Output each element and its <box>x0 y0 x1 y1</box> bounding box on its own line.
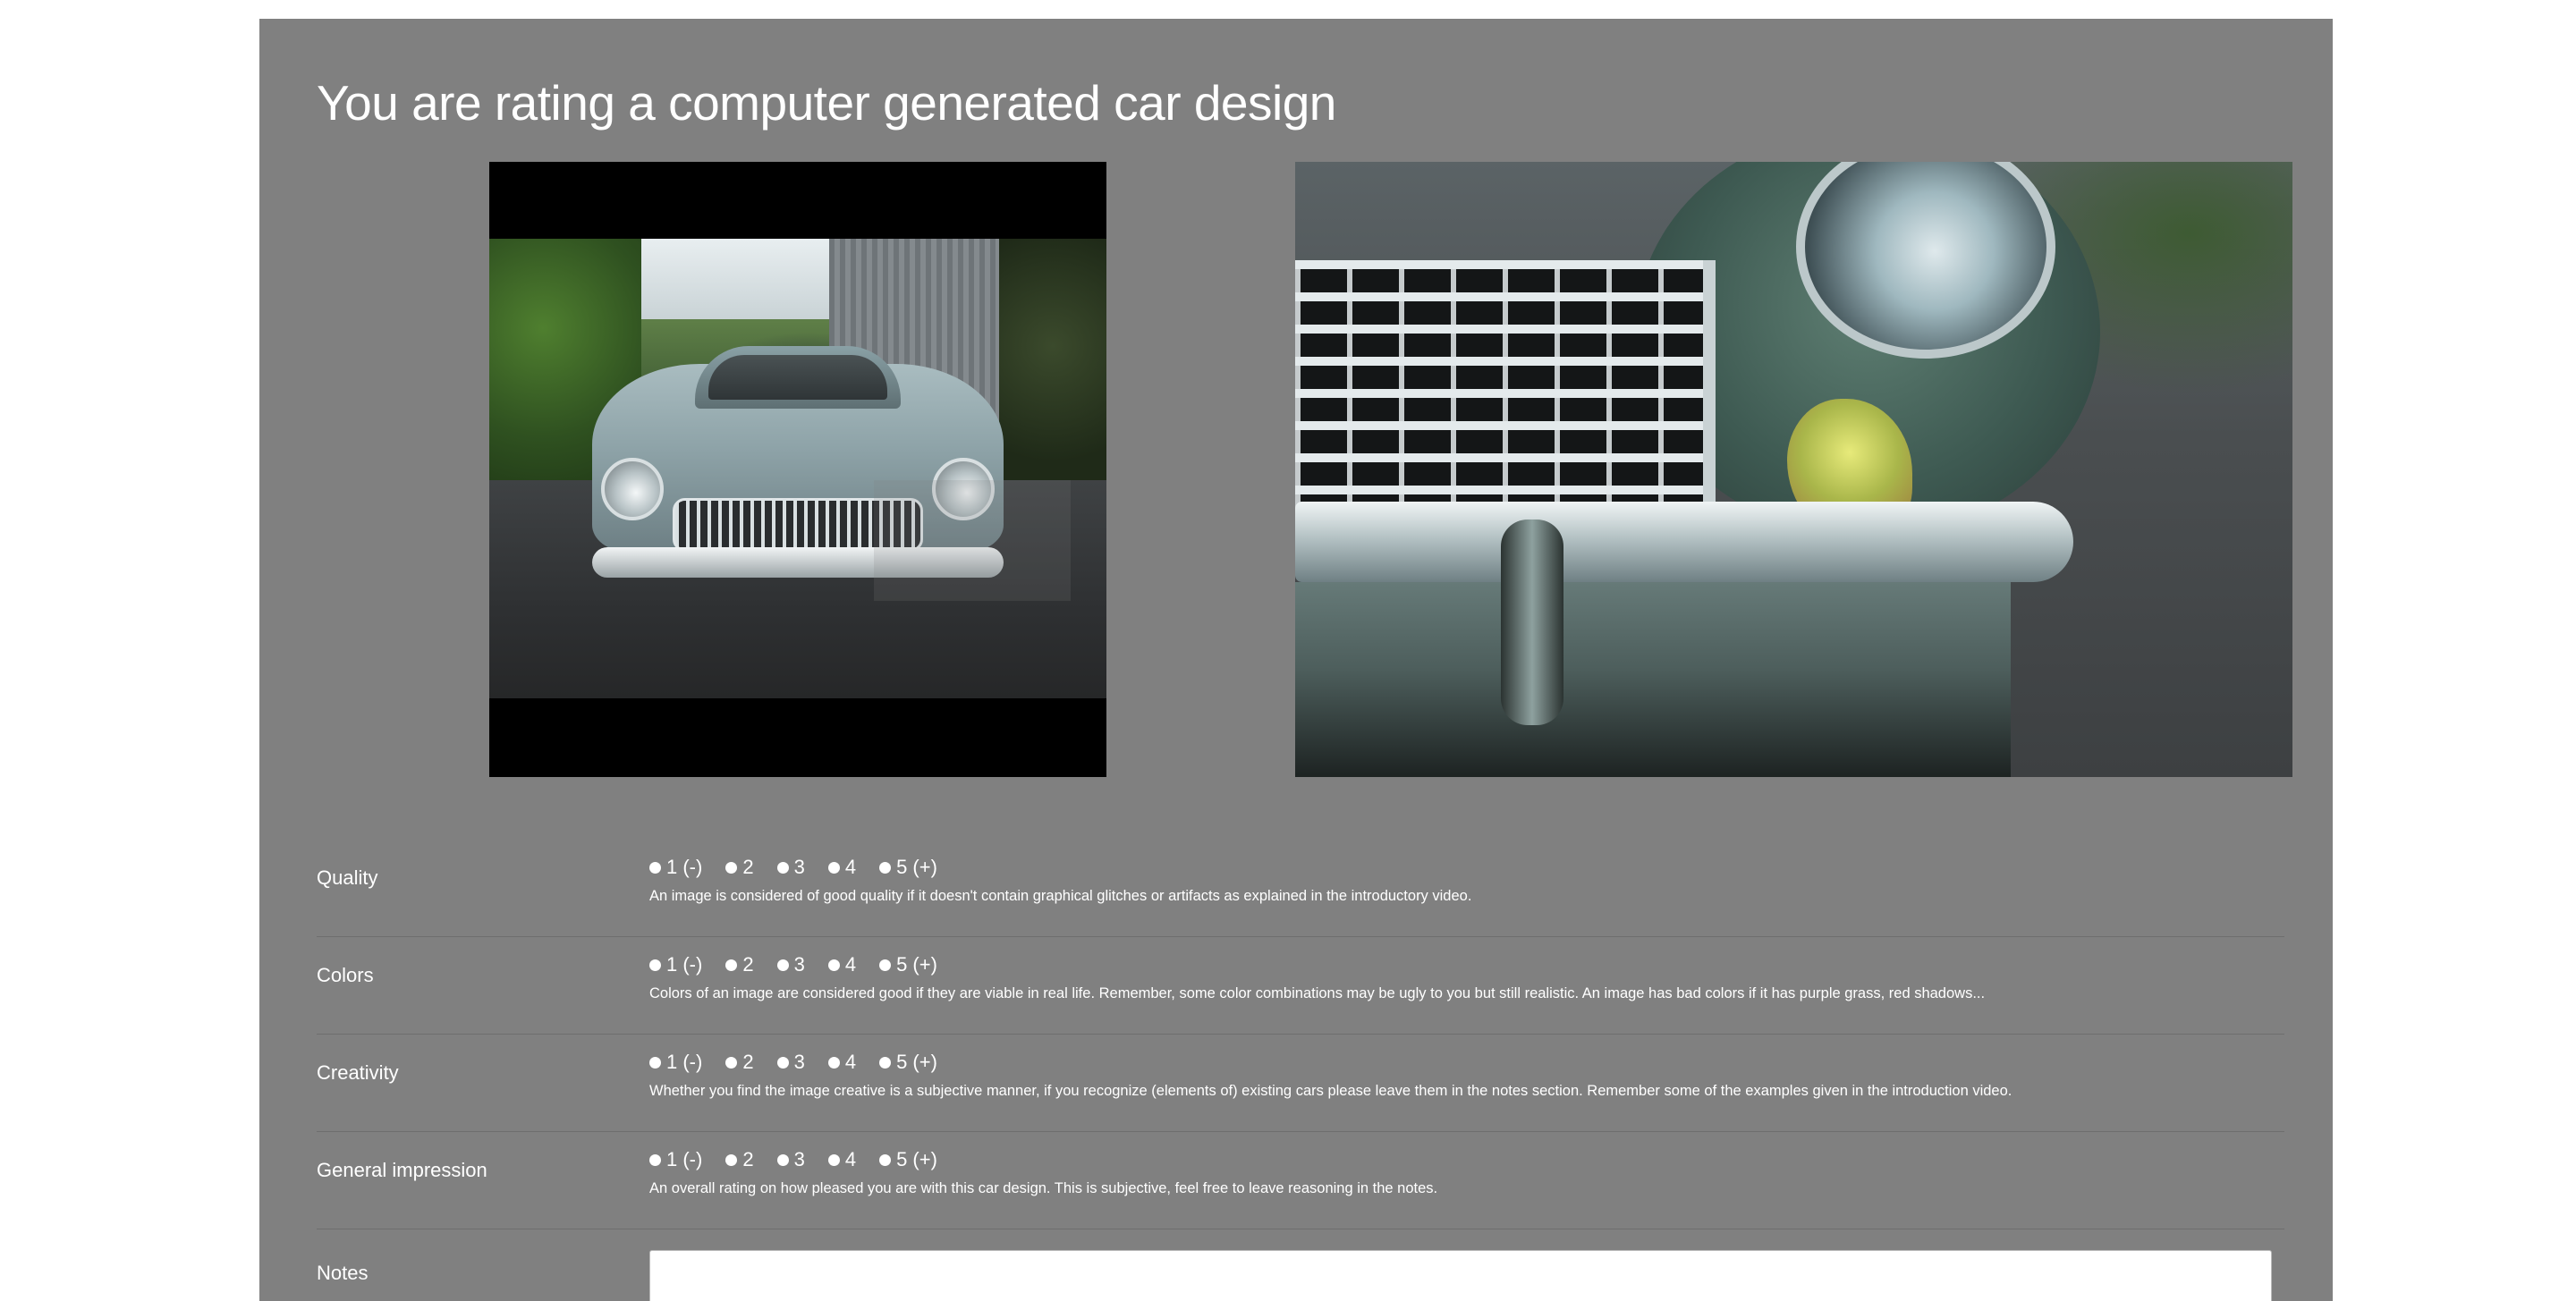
rating-option-label: 4 <box>844 953 857 976</box>
radio-dot-icon[interactable] <box>649 861 661 874</box>
rating-option-3[interactable]: 3 <box>776 953 805 976</box>
rating-option-5[interactable]: 5 (+) <box>879 1051 937 1074</box>
rating-option-label: 5 (+) <box>896 953 937 976</box>
rating-row-creativity: Creativity 1 (-) 2 3 4 5 (+) Whether you… <box>317 1035 2284 1132</box>
car-windshield <box>708 355 887 400</box>
radio-dot-icon[interactable] <box>725 1153 738 1166</box>
rating-option-3[interactable]: 3 <box>776 856 805 879</box>
rating-description: An image is considered of good quality i… <box>649 888 1472 904</box>
rating-option-label: 1 (-) <box>666 1051 703 1073</box>
rating-option-label: 3 <box>793 1051 805 1073</box>
rating-panel: You are rating a computer generated car … <box>259 19 2333 1301</box>
rating-label: Quality <box>317 866 378 889</box>
radio-dot-icon[interactable] <box>827 861 840 874</box>
rating-option-label: 1 (-) <box>666 856 703 878</box>
notes-textarea[interactable] <box>649 1250 2272 1301</box>
rating-row-general-impression: General impression 1 (-) 2 3 4 5 (+) An … <box>317 1132 2284 1229</box>
notes-row: Notes <box>317 1229 2284 1301</box>
rating-option-label: 2 <box>742 1148 754 1170</box>
rating-options: 1 (-) 2 3 4 5 (+) <box>649 1148 937 1171</box>
rating-option-5[interactable]: 5 (+) <box>879 856 937 879</box>
radio-dot-icon[interactable] <box>827 959 840 971</box>
rating-options: 1 (-) 2 3 4 5 (+) <box>649 856 937 879</box>
generated-grille <box>1295 260 1716 520</box>
car-photo <box>489 239 1106 698</box>
crop-region-overlay <box>874 480 1071 601</box>
rating-option-4[interactable]: 4 <box>827 953 857 976</box>
radio-dot-icon[interactable] <box>725 1056 738 1069</box>
rating-option-label: 2 <box>742 856 754 878</box>
rating-option-2[interactable]: 2 <box>725 856 754 879</box>
rating-option-label: 2 <box>742 953 754 976</box>
rating-option-label: 5 (+) <box>896 1051 937 1073</box>
rating-option-5[interactable]: 5 (+) <box>879 953 937 976</box>
rating-label: General impression <box>317 1159 487 1181</box>
radio-dot-icon[interactable] <box>649 959 661 971</box>
rating-option-1[interactable]: 1 (-) <box>649 953 702 976</box>
rating-option-label: 3 <box>793 856 805 878</box>
rating-label: Colors <box>317 964 374 986</box>
radio-dot-icon[interactable] <box>879 959 892 971</box>
rating-option-1[interactable]: 1 (-) <box>649 1051 702 1074</box>
rating-options: 1 (-) 2 3 4 5 (+) <box>649 953 937 976</box>
rating-option-label: 1 (-) <box>666 1148 703 1170</box>
rating-option-label: 5 (+) <box>896 856 937 878</box>
rating-options: 1 (-) 2 3 4 5 (+) <box>649 1051 937 1074</box>
rating-option-2[interactable]: 2 <box>725 1148 754 1171</box>
notes-label: Notes <box>317 1262 369 1284</box>
rating-option-label: 4 <box>844 856 857 878</box>
rating-option-label: 1 (-) <box>666 953 703 976</box>
rating-description: An overall rating on how pleased you are… <box>649 1180 1438 1196</box>
radio-dot-icon[interactable] <box>725 861 738 874</box>
rating-option-4[interactable]: 4 <box>827 856 857 879</box>
rating-option-4[interactable]: 4 <box>827 1148 857 1171</box>
rating-option-1[interactable]: 1 (-) <box>649 856 702 879</box>
rating-description: Whether you find the image creative is a… <box>649 1083 2012 1099</box>
generated-overrider <box>1501 520 1563 725</box>
rating-option-3[interactable]: 3 <box>776 1148 805 1171</box>
radio-dot-icon[interactable] <box>776 861 789 874</box>
rating-option-1[interactable]: 1 (-) <box>649 1148 702 1171</box>
rating-row-colors: Colors 1 (-) 2 3 4 5 (+) Colors of an im… <box>317 937 2284 1035</box>
rating-label: Creativity <box>317 1061 399 1084</box>
original-car-image <box>489 162 1106 777</box>
radio-dot-icon[interactable] <box>776 1153 789 1166</box>
generated-bumper <box>1295 502 2073 582</box>
radio-dot-icon[interactable] <box>827 1056 840 1069</box>
radio-dot-icon[interactable] <box>725 959 738 971</box>
page-title: You are rating a computer generated car … <box>317 75 1336 131</box>
generated-apron <box>1295 582 2011 777</box>
radio-dot-icon[interactable] <box>827 1153 840 1166</box>
car-headlamp-left <box>601 458 664 520</box>
radio-dot-icon[interactable] <box>776 1056 789 1069</box>
radio-dot-icon[interactable] <box>879 861 892 874</box>
radio-dot-icon[interactable] <box>776 959 789 971</box>
rating-option-label: 4 <box>844 1051 857 1073</box>
rating-option-4[interactable]: 4 <box>827 1051 857 1074</box>
rating-option-label: 3 <box>793 1148 805 1170</box>
rating-option-3[interactable]: 3 <box>776 1051 805 1074</box>
rating-description: Colors of an image are considered good i… <box>649 985 1986 1001</box>
rating-option-label: 4 <box>844 1148 857 1170</box>
radio-dot-icon[interactable] <box>879 1153 892 1166</box>
radio-dot-icon[interactable] <box>649 1153 661 1166</box>
rating-option-2[interactable]: 2 <box>725 1051 754 1074</box>
radio-dot-icon[interactable] <box>649 1056 661 1069</box>
rating-option-5[interactable]: 5 (+) <box>879 1148 937 1171</box>
photo-trees-right <box>999 239 1106 480</box>
rating-option-label: 5 (+) <box>896 1148 937 1170</box>
rating-option-2[interactable]: 2 <box>725 953 754 976</box>
generated-car-image <box>1295 162 2292 777</box>
rating-row-quality: Quality 1 (-) 2 3 4 5 (+) An image is co… <box>317 840 2284 937</box>
rating-option-label: 3 <box>793 953 805 976</box>
rating-option-label: 2 <box>742 1051 754 1073</box>
radio-dot-icon[interactable] <box>879 1056 892 1069</box>
rating-form: Quality 1 (-) 2 3 4 5 (+) An image is co… <box>317 840 2284 1301</box>
